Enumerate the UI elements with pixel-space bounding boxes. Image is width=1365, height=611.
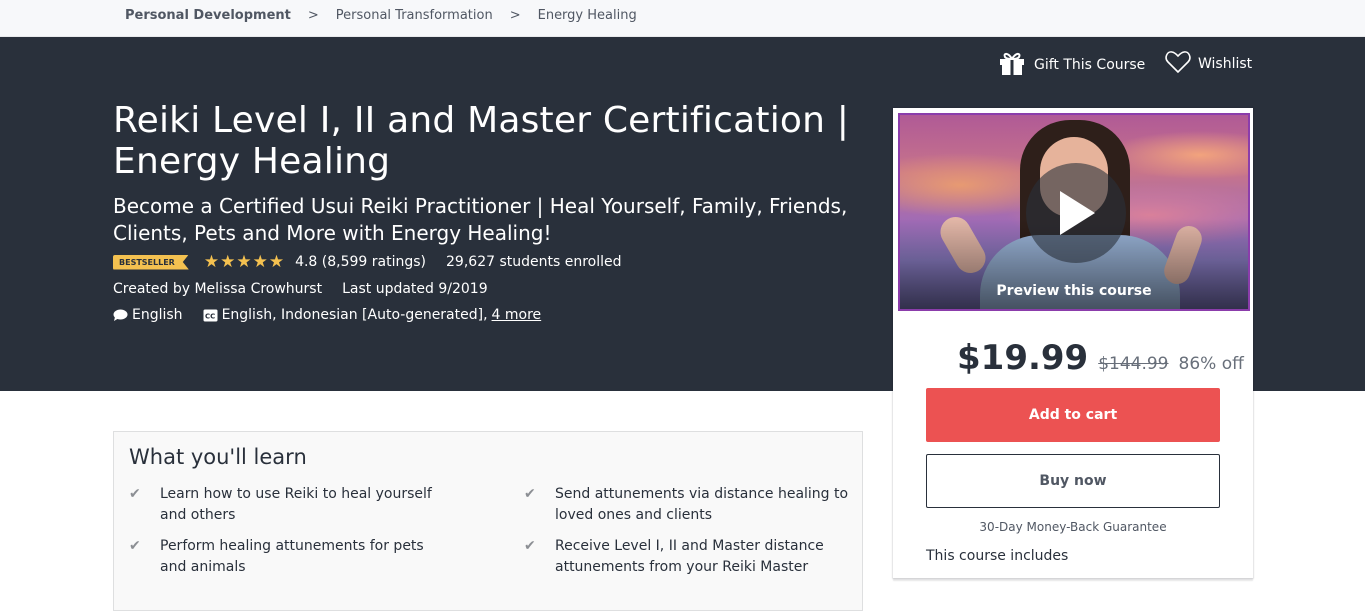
purchase-card: Preview this course $19.99 $144.99 86% o… bbox=[893, 108, 1253, 578]
learn-item-text: Perform healing attunements for pets and… bbox=[160, 538, 424, 575]
course-meta-row: BESTSELLER ★ ★ ★ ★ ★ 4.8 (8,599 ratings)… bbox=[113, 253, 622, 271]
check-icon: ✔ bbox=[524, 486, 536, 502]
course-includes-heading: This course includes bbox=[926, 548, 1069, 564]
breadcrumb-link-personal-development[interactable]: Personal Development bbox=[125, 8, 291, 23]
wishlist-button[interactable]: Wishlist bbox=[1165, 50, 1252, 78]
price-block: $19.99 $144.99 86% off bbox=[957, 338, 1244, 378]
discount-percent: 86% off bbox=[1178, 354, 1244, 374]
check-icon: ✔ bbox=[129, 538, 141, 554]
course-preview-video[interactable]: Preview this course bbox=[898, 113, 1250, 311]
course-subtitle: Become a Certified Usui Reiki Practition… bbox=[113, 194, 848, 245]
buy-now-button[interactable]: Buy now bbox=[926, 454, 1220, 508]
gift-course-label: Gift This Course bbox=[1034, 57, 1146, 73]
star-icon: ★ bbox=[220, 252, 236, 272]
svg-text:CC: CC bbox=[205, 312, 215, 320]
created-by[interactable]: Created by Melissa Crowhurst bbox=[113, 281, 322, 297]
breadcrumb: Personal Development > Personal Transfor… bbox=[125, 8, 637, 23]
bestseller-badge: BESTSELLER bbox=[113, 254, 189, 270]
star-rating: ★ ★ ★ ★ ★ bbox=[203, 252, 285, 272]
course-language: English bbox=[132, 307, 183, 323]
breadcrumb-bar: Personal Development > Personal Transfor… bbox=[0, 0, 1365, 37]
breadcrumb-link-personal-transformation[interactable]: Personal Transformation bbox=[336, 8, 493, 23]
current-price: $19.99 bbox=[957, 338, 1089, 378]
star-icon: ★ bbox=[203, 252, 220, 272]
breadcrumb-link-energy-healing[interactable]: Energy Healing bbox=[538, 8, 637, 23]
learn-item: ✔ Receive Level I, II and Master distanc… bbox=[524, 536, 854, 578]
last-updated: Last updated 9/2019 bbox=[342, 281, 488, 297]
preview-course-label: Preview this course bbox=[996, 283, 1152, 299]
heart-icon bbox=[1165, 50, 1198, 78]
star-icon: ★ bbox=[268, 252, 285, 272]
captions-languages: English, Indonesian [Auto-generated], bbox=[221, 307, 488, 323]
learn-item: ✔ Send attunements via distance healing … bbox=[524, 484, 854, 526]
course-author-row: Created by Melissa Crowhurst Last update… bbox=[113, 281, 488, 297]
original-price: $144.99 bbox=[1098, 354, 1169, 374]
learn-item-text: Learn how to use Reiki to heal yourself … bbox=[160, 486, 432, 523]
learn-item-text: Send attunements via distance healing to… bbox=[555, 486, 849, 523]
captions-more-link[interactable]: 4 more bbox=[492, 307, 542, 323]
star-icon: ★ bbox=[252, 252, 268, 272]
what-youll-learn-heading: What you'll learn bbox=[129, 445, 307, 469]
learn-item-text: Receive Level I, II and Master distance … bbox=[555, 538, 824, 575]
language-row: English CC English, Indonesian [Auto-gen… bbox=[113, 307, 541, 323]
rating-text[interactable]: 4.8 (8,599 ratings) bbox=[295, 254, 426, 270]
gift-icon bbox=[998, 50, 1034, 80]
breadcrumb-separator: > bbox=[307, 8, 319, 23]
learn-item: ✔ Perform healing attunements for pets a… bbox=[129, 536, 449, 578]
closed-captions-icon: CC bbox=[203, 309, 218, 322]
check-icon: ✔ bbox=[524, 538, 536, 554]
gift-course-button[interactable]: Gift This Course bbox=[998, 50, 1145, 80]
check-icon: ✔ bbox=[129, 486, 141, 502]
add-to-cart-button[interactable]: Add to cart bbox=[926, 388, 1220, 442]
wishlist-label: Wishlist bbox=[1198, 56, 1253, 72]
learn-item: ✔ Learn how to use Reiki to heal yoursel… bbox=[129, 484, 449, 526]
money-back-guarantee: 30-Day Money-Back Guarantee bbox=[979, 520, 1167, 534]
play-icon[interactable] bbox=[1026, 163, 1126, 263]
comment-icon bbox=[113, 309, 128, 322]
breadcrumb-separator: > bbox=[509, 8, 521, 23]
star-icon: ★ bbox=[236, 252, 252, 272]
course-title: Reiki Level I, II and Master Certificati… bbox=[113, 100, 850, 182]
enrolled-count: 29,627 students enrolled bbox=[446, 254, 622, 270]
what-youll-learn-section: What you'll learn ✔ Learn how to use Rei… bbox=[113, 431, 863, 611]
